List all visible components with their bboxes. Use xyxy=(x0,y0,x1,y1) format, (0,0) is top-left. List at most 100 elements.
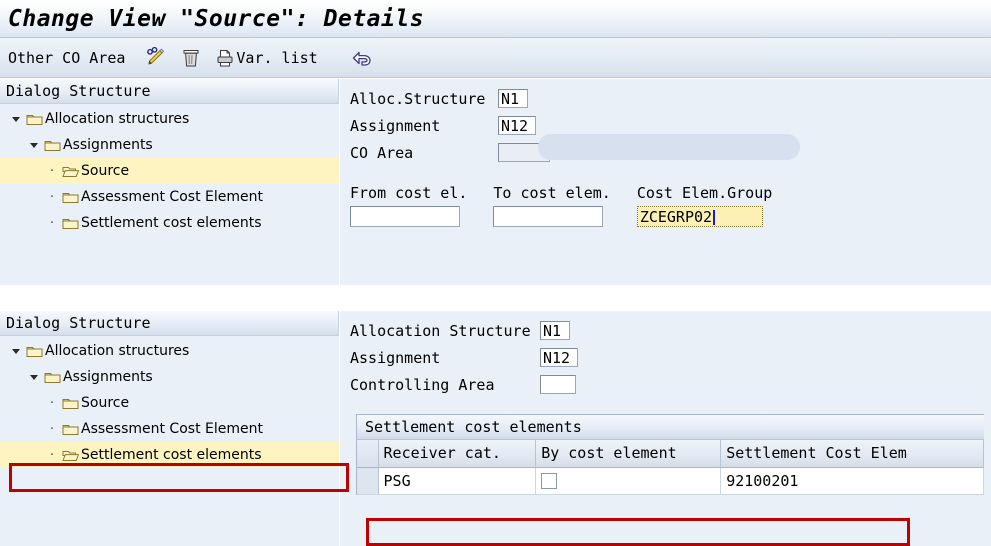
tree-item-assessment-cost-element[interactable]: · Assessment Cost Element xyxy=(0,416,339,442)
form-row-alloc-structure: Alloc.Structure N1 xyxy=(340,85,991,112)
table-row[interactable]: PSG 92100201 xyxy=(357,467,984,495)
cost-element-label-cost-elem-group: Cost Elem.Group xyxy=(636,184,773,202)
tree-item-label: Allocation structures xyxy=(45,343,190,359)
field-label-assignment: Assignment xyxy=(350,116,441,135)
print-var-list-button[interactable]: Var. list xyxy=(211,43,321,73)
window-titlebar: Change View "Source": Details xyxy=(0,0,991,38)
cost-element-input-from-cost-el[interactable] xyxy=(350,206,460,227)
field-input-assignment[interactable]: N12 xyxy=(498,116,536,135)
tree-item-assessment-cost-element[interactable]: · Assessment Cost Element xyxy=(0,184,339,210)
tree-item-label: Assessment Cost Element xyxy=(81,189,263,205)
cell-settlement-cost-elem[interactable]: 92100201 xyxy=(720,467,984,495)
form-row-allocation-structure: Allocation Structure N1 xyxy=(340,317,991,344)
table-head: Receiver cat. By cost element Settlement C… xyxy=(357,440,984,468)
chevron-down-icon[interactable] xyxy=(8,346,24,356)
table: Receiver cat. By cost element Settlement C… xyxy=(357,440,984,495)
tree-item-label: Assignments xyxy=(63,369,153,385)
cost-element-field-to-cost-elem: To cost elem. xyxy=(493,184,611,227)
back-button[interactable] xyxy=(346,43,378,73)
tree-item-settlement-cost-elements[interactable]: · Settlement cost elements xyxy=(0,210,339,236)
row-select-cell[interactable] xyxy=(357,467,379,495)
field-input-alloc-structure[interactable]: N1 xyxy=(498,89,528,108)
bullet-icon: · xyxy=(49,163,55,179)
folder-closed-icon xyxy=(60,396,80,410)
folder-open-icon xyxy=(60,448,80,462)
undo-arrow-icon xyxy=(350,47,374,69)
printer-icon xyxy=(215,48,235,68)
settlement-detail-form: Allocation Structure N1 Assignment N12 Contr… xyxy=(340,311,991,546)
folder-closed-icon xyxy=(60,216,80,230)
field-input-allocation-structure[interactable]: N1 xyxy=(540,321,570,340)
pencil-icon xyxy=(145,46,167,69)
cost-element-input-cost-elem-group[interactable]: ZCEGRP02 xyxy=(636,206,763,227)
table-header-row: Receiver cat. By cost element Settlement C… xyxy=(357,440,984,468)
column-header-receiver-cat[interactable]: Receiver cat. xyxy=(378,440,537,468)
tree-item-settlement-cost-elements[interactable]: · Settlement cost elements xyxy=(0,442,339,468)
tree-body: Allocation structures Assignments · Source ·… xyxy=(0,336,339,468)
other-co-area-button[interactable]: Other CO Area xyxy=(8,49,125,67)
tree-item-label: Allocation structures xyxy=(45,111,190,127)
cost-element-label-to-cost-elem: To cost elem. xyxy=(493,184,611,202)
by-cost-element-checkbox[interactable] xyxy=(541,473,558,489)
redacted-overlay xyxy=(538,134,800,160)
page-title: Change View "Source": Details xyxy=(8,5,425,32)
chevron-down-icon[interactable] xyxy=(26,140,42,150)
tree-item-source[interactable]: · Source xyxy=(0,158,339,184)
trash-icon xyxy=(181,47,201,69)
field-label-assignment: Assignment xyxy=(350,348,441,367)
form-row-assignment: Assignment N12 xyxy=(340,344,991,371)
tree-item-label: Settlement cost elements xyxy=(81,215,262,231)
tree-item-label: Assessment Cost Element xyxy=(81,421,263,437)
form-row-controlling-area: Controlling Area xyxy=(340,371,991,398)
chevron-down-icon[interactable] xyxy=(26,372,42,382)
bullet-icon: · xyxy=(49,189,55,205)
tree-item-label: Source xyxy=(81,163,130,179)
var-list-label: Var. list xyxy=(236,48,318,67)
field-label-controlling-area: Controlling Area xyxy=(350,375,495,394)
tree-header: Dialog Structure xyxy=(0,79,339,104)
field-label-alloc-structure: Alloc.Structure xyxy=(350,89,486,108)
cost-element-input-to-cost-elem[interactable] xyxy=(493,206,604,227)
detail-panel-settlement: Dialog Structure Allocation structures As… xyxy=(0,311,991,546)
delete-button[interactable] xyxy=(177,43,205,73)
tree-body: Allocation structures Assignments · Source ·… xyxy=(0,104,339,236)
folder-closed-icon xyxy=(24,344,44,358)
cost-element-field-cost-elem-group: Cost Elem.Group ZCEGRP02 xyxy=(636,184,773,227)
bullet-icon: · xyxy=(49,447,55,463)
bullet-icon: · xyxy=(49,395,55,411)
row-select-header xyxy=(357,440,379,468)
application-toolbar: Other CO Area Var. list xyxy=(0,38,991,78)
detail-panel-source: Dialog Structure Allocation structures As… xyxy=(0,79,991,285)
field-label-co-area: CO Area xyxy=(350,143,414,162)
folder-closed-icon xyxy=(24,112,44,126)
field-input-controlling-area[interactable] xyxy=(540,375,576,394)
source-detail-form: Alloc.Structure N1 Assignment N12 CO Area Fr… xyxy=(340,79,991,285)
tree-header: Dialog Structure xyxy=(0,311,339,336)
cost-element-field-from-cost-el: From cost el. xyxy=(350,184,467,227)
cell-receiver-cat[interactable]: PSG xyxy=(378,467,537,495)
bullet-icon: · xyxy=(49,215,55,231)
folder-closed-icon xyxy=(42,138,62,152)
folder-closed-icon xyxy=(60,190,80,204)
field-input-assignment[interactable]: N12 xyxy=(540,348,578,367)
table-title: Settlement cost elements xyxy=(357,415,984,440)
tree-item-label: Assignments xyxy=(63,137,153,153)
folder-closed-icon xyxy=(60,422,80,436)
tree-item-allocation-structures[interactable]: Allocation structures xyxy=(0,106,339,132)
folder-open-icon xyxy=(60,164,80,178)
bullet-icon: · xyxy=(49,421,55,437)
tree-item-assignments[interactable]: Assignments xyxy=(0,364,339,390)
tree-item-label: Source xyxy=(81,395,130,411)
cost-element-label-from-cost-el: From cost el. xyxy=(350,184,468,202)
text-caret xyxy=(713,210,716,225)
column-header-settlement-cost-elem[interactable]: Settlement Cost Elem xyxy=(720,440,984,468)
cell-by-cost-element[interactable] xyxy=(535,467,722,495)
chevron-down-icon[interactable] xyxy=(8,114,24,124)
tree-item-source[interactable]: · Source xyxy=(0,390,339,416)
edit-button[interactable] xyxy=(141,43,171,73)
tree-item-assignments[interactable]: Assignments xyxy=(0,132,339,158)
table-body: PSG 92100201 xyxy=(357,467,984,495)
field-label-allocation-structure: Allocation Structure xyxy=(350,321,531,340)
column-header-by-cost-element[interactable]: By cost element xyxy=(535,440,722,468)
tree-item-allocation-structures[interactable]: Allocation structures xyxy=(0,338,339,364)
